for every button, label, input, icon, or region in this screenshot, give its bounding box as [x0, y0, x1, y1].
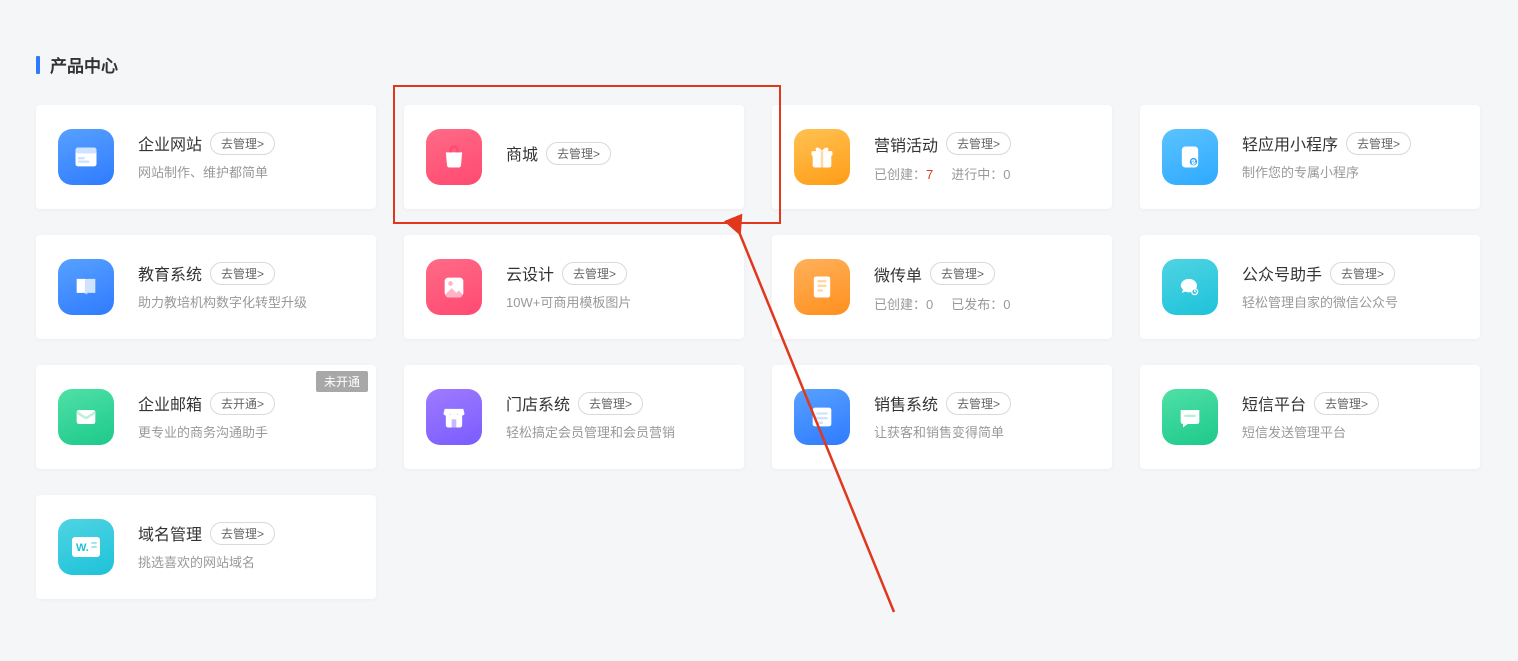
- card-sub: 短信发送管理平台: [1242, 423, 1462, 443]
- card-body: 云设计去管理> 10W+可商用模板图片: [506, 261, 726, 313]
- card-miniapp[interactable]: 轻应用小程序去管理> 制作您的专属小程序: [1140, 105, 1480, 209]
- action-store[interactable]: 去管理>: [578, 392, 643, 415]
- sms-icon: [1162, 389, 1218, 445]
- card-sub: 挑选喜欢的网站域名: [138, 553, 358, 573]
- card-stats: 已创建：0 已发布：0: [874, 294, 1094, 313]
- card-sub: 网站制作、维护都简单: [138, 163, 358, 183]
- card-flyer[interactable]: 微传单去管理> 已创建：0 已发布：0: [772, 235, 1112, 339]
- card-crm[interactable]: 销售系统去管理> 让获客和销售变得简单: [772, 365, 1112, 469]
- card-mp[interactable]: 公众号助手去管理> 轻松管理自家的微信公众号: [1140, 235, 1480, 339]
- card-sub: 助力教培机构数字化转型升级: [138, 293, 358, 313]
- card-title: 企业邮箱: [138, 391, 202, 415]
- card-promo[interactable]: 营销活动去管理> 已创建：7 进行中：0: [772, 105, 1112, 209]
- card-body: 短信平台去管理> 短信发送管理平台: [1242, 391, 1462, 443]
- promo-icon: [794, 129, 850, 185]
- action-sms[interactable]: 去管理>: [1314, 392, 1379, 415]
- stat: 已创建：0: [874, 294, 933, 313]
- card-body: 域名管理去管理> 挑选喜欢的网站域名: [138, 521, 358, 573]
- card-mall[interactable]: 商城去管理>: [404, 105, 744, 209]
- product-grid: 企业网站去管理>网站制作、维护都简单商城去管理>营销活动去管理>已创建：7进行中…: [36, 105, 1482, 599]
- card-body: 微传单去管理> 已创建：0 已发布：0: [874, 262, 1094, 313]
- card-body: 商城去管理>: [506, 141, 726, 173]
- card-body: 企业网站去管理> 网站制作、维护都简单: [138, 131, 358, 183]
- stat: 已创建：7: [874, 164, 933, 183]
- action-domain[interactable]: 去管理>: [210, 522, 275, 545]
- action-design[interactable]: 去管理>: [562, 262, 627, 285]
- crm-icon: [794, 389, 850, 445]
- card-sub: 10W+可商用模板图片: [506, 293, 726, 313]
- card-title: 轻应用小程序: [1242, 131, 1338, 155]
- card-title: 教育系统: [138, 261, 202, 285]
- card-body: 企业邮箱去开通> 更专业的商务沟通助手: [138, 391, 358, 443]
- card-title: 云设计: [506, 261, 554, 285]
- miniapp-icon: [1162, 129, 1218, 185]
- card-site[interactable]: 企业网站去管理> 网站制作、维护都简单: [36, 105, 376, 209]
- card-title: 企业网站: [138, 131, 202, 155]
- card-title: 公众号助手: [1242, 261, 1322, 285]
- card-mail[interactable]: 未开通企业邮箱去开通> 更专业的商务沟通助手: [36, 365, 376, 469]
- card-title: 商城: [506, 141, 538, 165]
- action-edu[interactable]: 去管理>: [210, 262, 275, 285]
- action-miniapp[interactable]: 去管理>: [1346, 132, 1411, 155]
- card-sub: 让获客和销售变得简单: [874, 423, 1094, 443]
- action-crm[interactable]: 去管理>: [946, 392, 1011, 415]
- svg-text:W.: W.: [76, 542, 89, 554]
- card-store[interactable]: 门店系统去管理> 轻松搞定会员管理和会员营销: [404, 365, 744, 469]
- card-sub: 轻松搞定会员管理和会员营销: [506, 423, 726, 443]
- card-body: 销售系统去管理> 让获客和销售变得简单: [874, 391, 1094, 443]
- domain-icon: W.: [58, 519, 114, 575]
- card-sms[interactable]: 短信平台去管理> 短信发送管理平台: [1140, 365, 1480, 469]
- action-mall[interactable]: 去管理>: [546, 142, 611, 165]
- action-promo[interactable]: 去管理>: [946, 132, 1011, 155]
- card-body: 公众号助手去管理> 轻松管理自家的微信公众号: [1242, 261, 1462, 313]
- action-site[interactable]: 去管理>: [210, 132, 275, 155]
- card-sub: 更专业的商务沟通助手: [138, 423, 358, 443]
- card-body: 轻应用小程序去管理> 制作您的专属小程序: [1242, 131, 1462, 183]
- stat: 已发布：0: [951, 294, 1010, 313]
- card-sub: 制作您的专属小程序: [1242, 163, 1462, 183]
- card-title: 门店系统: [506, 391, 570, 415]
- section-title-text: 产品中心: [50, 52, 118, 77]
- card-stats: 已创建：7 进行中：0: [874, 164, 1094, 183]
- edu-icon: [58, 259, 114, 315]
- mall-icon: [426, 129, 482, 185]
- badge-mail: 未开通: [316, 371, 368, 392]
- design-icon: [426, 259, 482, 315]
- mp-icon: [1162, 259, 1218, 315]
- card-edu[interactable]: 教育系统去管理> 助力教培机构数字化转型升级: [36, 235, 376, 339]
- card-title: 微传单: [874, 262, 922, 286]
- stat: 进行中：0: [951, 164, 1010, 183]
- card-body: 营销活动去管理> 已创建：7 进行中：0: [874, 132, 1094, 183]
- card-sub: 轻松管理自家的微信公众号: [1242, 293, 1462, 313]
- card-body: 教育系统去管理> 助力教培机构数字化转型升级: [138, 261, 358, 313]
- store-icon: [426, 389, 482, 445]
- card-title: 营销活动: [874, 132, 938, 156]
- action-mp[interactable]: 去管理>: [1330, 262, 1395, 285]
- card-domain[interactable]: W. 域名管理去管理> 挑选喜欢的网站域名: [36, 495, 376, 599]
- section-title: 产品中心: [36, 52, 1482, 77]
- mail-icon: [58, 389, 114, 445]
- card-design[interactable]: 云设计去管理> 10W+可商用模板图片: [404, 235, 744, 339]
- site-icon: [58, 129, 114, 185]
- flyer-icon: [794, 259, 850, 315]
- action-mail[interactable]: 去开通>: [210, 392, 275, 415]
- card-body: 门店系统去管理> 轻松搞定会员管理和会员营销: [506, 391, 726, 443]
- card-title: 域名管理: [138, 521, 202, 545]
- action-flyer[interactable]: 去管理>: [930, 262, 995, 285]
- card-title: 销售系统: [874, 391, 938, 415]
- card-title: 短信平台: [1242, 391, 1306, 415]
